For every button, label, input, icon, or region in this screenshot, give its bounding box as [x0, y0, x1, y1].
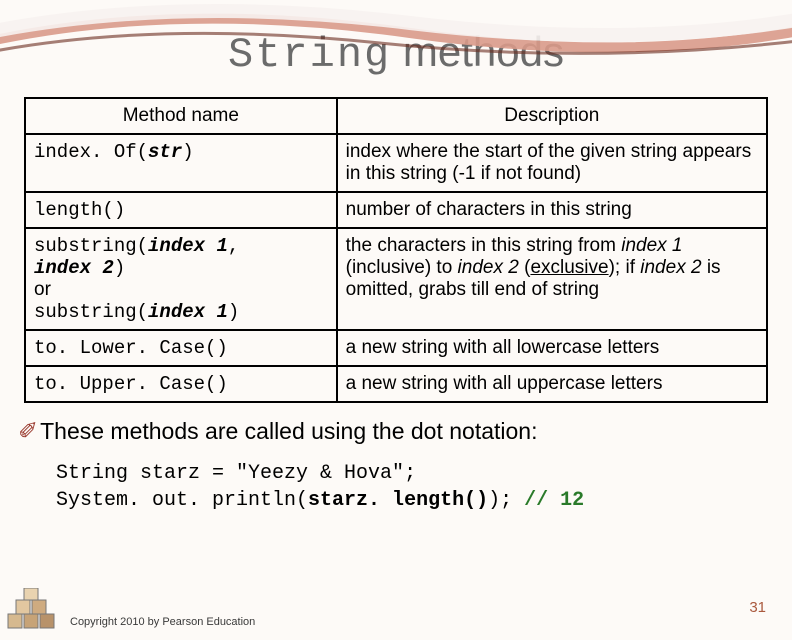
desc-cell: number of characters in this string [337, 192, 767, 228]
code-example: String starz = "Yeezy & Hova"; System. o… [56, 460, 792, 514]
bullet-text: These methods are called using the dot n… [40, 418, 537, 444]
page-number: 31 [749, 599, 766, 616]
bullet-line: ✐These methods are called using the dot … [18, 417, 792, 446]
method-cell: index. Of(str) [25, 134, 337, 192]
title-rest: methods [391, 28, 564, 75]
code-line-2: System. out. println(starz. length()); /… [56, 487, 792, 514]
copyright-text: Copyright 2010 by Pearson Education [70, 616, 255, 628]
table-header-row: Method name Description [25, 98, 767, 134]
method-cell: length() [25, 192, 337, 228]
desc-cell: the characters in this string from index… [337, 228, 767, 330]
method-cell: to. Lower. Case() [25, 330, 337, 366]
table-row: index. Of(str) index where the start of … [25, 134, 767, 192]
header-description: Description [337, 98, 767, 134]
bullet-icon: ✐ [18, 419, 38, 445]
methods-table-wrap: Method name Description index. Of(str) i… [24, 97, 768, 403]
methods-table: Method name Description index. Of(str) i… [24, 97, 768, 403]
method-cell: substring(index 1, index 2) or substring… [25, 228, 337, 330]
table-row: to. Lower. Case() a new string with all … [25, 330, 767, 366]
title-mono: String [228, 31, 391, 79]
method-cell: to. Upper. Case() [25, 366, 337, 402]
table-row: length() number of characters in this st… [25, 192, 767, 228]
corner-blocks-icon [6, 588, 62, 634]
desc-cell: index where the start of the given strin… [337, 134, 767, 192]
header-method: Method name [25, 98, 337, 134]
slide-title: String methods [0, 28, 792, 79]
table-row: to. Upper. Case() a new string with all … [25, 366, 767, 402]
desc-cell: a new string with all lowercase letters [337, 330, 767, 366]
code-line-1: String starz = "Yeezy & Hova"; [56, 460, 792, 487]
table-row: substring(index 1, index 2) or substring… [25, 228, 767, 330]
desc-cell: a new string with all uppercase letters [337, 366, 767, 402]
